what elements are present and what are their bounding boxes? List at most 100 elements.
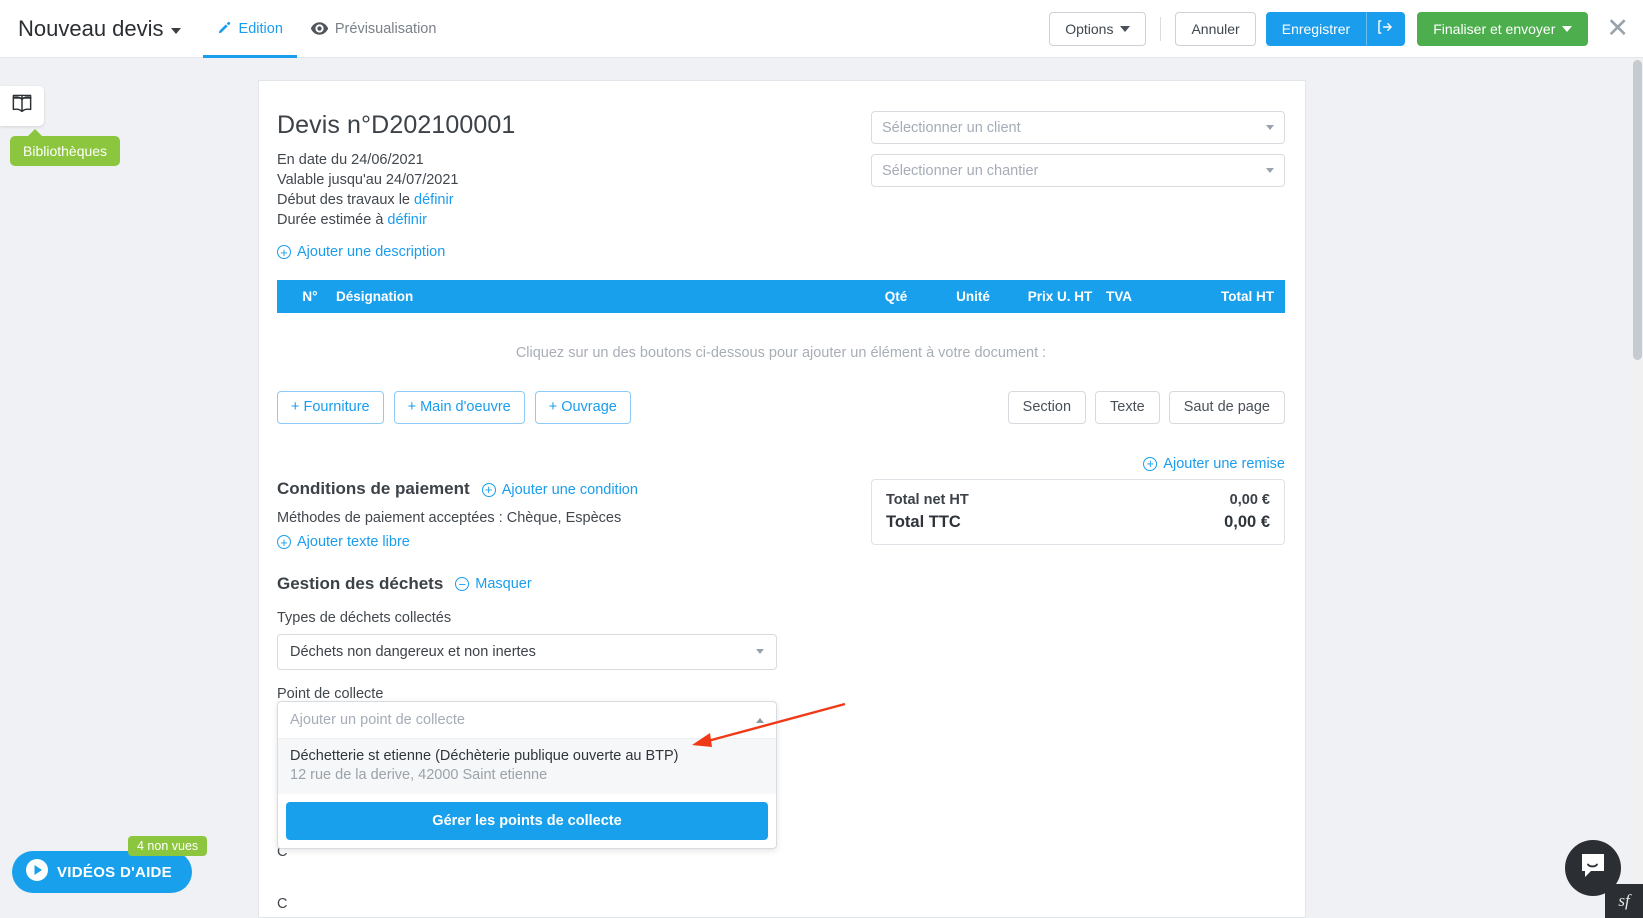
total-ttc-row: Total TTC 0,00 € xyxy=(886,513,1270,532)
chevron-down-icon xyxy=(1562,25,1573,32)
total-ttc-label: Total TTC xyxy=(886,513,961,531)
finalize-and-send-button[interactable]: Finaliser et envoyer xyxy=(1417,11,1589,46)
divider xyxy=(1160,16,1162,41)
chat-bubble-icon xyxy=(1579,852,1607,884)
layout-buttons: Section Texte Saut de page xyxy=(999,390,1285,424)
add-free-text-label: Ajouter texte libre xyxy=(297,534,410,550)
collection-point-dropdown: Ajouter un point de collecte Déchetterie… xyxy=(277,701,777,849)
totals-block: Total net HT 0,00 € Total TTC 0,00 € xyxy=(871,479,1285,552)
lower-section: Conditions de paiement + Ajouter une con… xyxy=(277,479,1285,552)
save-button[interactable]: Enregistrer xyxy=(1265,11,1367,46)
waste-type-select[interactable]: Déchets non dangereux et non inertes xyxy=(277,633,777,670)
close-icon[interactable]: ✕ xyxy=(1606,15,1629,42)
client-select-value: Sélectionner un client xyxy=(882,119,1021,136)
export-icon xyxy=(1378,20,1393,37)
col-prix-unitaire: Prix U. HT xyxy=(1027,288,1093,304)
minus-circle-icon: − xyxy=(455,577,470,591)
add-main-doeuvre-button[interactable]: + Main d'oeuvre xyxy=(393,390,525,424)
add-description-label: Ajouter une description xyxy=(297,244,446,260)
tab-previsualisation[interactable]: Prévisualisation xyxy=(297,0,451,58)
save-and-export-button[interactable] xyxy=(1366,11,1406,46)
define-duration-link[interactable]: définir xyxy=(387,212,427,228)
pencil-icon xyxy=(217,21,232,36)
top-toolbar: Nouveau devis Edition Prévisualisation O… xyxy=(0,0,1643,58)
libraries-button[interactable] xyxy=(0,86,44,126)
scrollbar-thumb[interactable] xyxy=(1633,60,1642,360)
waste-heading: Gestion des déchets xyxy=(277,573,444,593)
toolbar-actions: Options Annuler Enregistrer Finaliser et… xyxy=(1049,11,1643,46)
plus-circle-icon: + xyxy=(277,245,291,259)
obscured-label-2: C xyxy=(277,896,288,912)
waste-toggle-link[interactable]: − Masquer xyxy=(455,576,532,592)
tab-edition-label: Edition xyxy=(238,20,283,37)
save-split-button: Enregistrer xyxy=(1265,11,1406,46)
manage-collection-points-button[interactable]: Gérer les points de collecte xyxy=(286,802,768,840)
help-videos-label: VIDÉOS D'AIDE xyxy=(57,863,172,881)
collection-point-placeholder: Ajouter un point de collecte xyxy=(290,712,465,728)
chevron-down-icon xyxy=(756,649,764,654)
add-fourniture-button[interactable]: + Fourniture xyxy=(277,390,384,424)
document-sheet: Devis n°D202100001 En date du 24/06/2021… xyxy=(258,80,1306,918)
add-condition-label: Ajouter une condition xyxy=(501,481,638,498)
help-videos-button[interactable]: VIDÉOS D'AIDE xyxy=(12,851,192,893)
chevron-down-icon xyxy=(1266,125,1274,130)
tab-previsualisation-label: Prévisualisation xyxy=(334,20,437,37)
waste-type-label: Types de déchets collectés xyxy=(277,609,452,626)
payment-methods-text: Méthodes de paiement acceptées : Chèque,… xyxy=(277,510,622,526)
eye-icon xyxy=(310,22,328,35)
add-free-text-link[interactable]: + Ajouter texte libre xyxy=(277,534,410,550)
discount-row: + Ajouter une remise xyxy=(277,442,1285,474)
total-net-ht-label: Total net HT xyxy=(886,492,969,508)
payment-conditions-block: Conditions de paiement + Ajouter une con… xyxy=(277,479,837,552)
chat-widget-button[interactable] xyxy=(1565,840,1621,896)
site-select[interactable]: Sélectionner un chantier xyxy=(871,154,1285,187)
total-net-ht-value: 0,00 € xyxy=(1229,492,1270,508)
add-section-button[interactable]: Section xyxy=(1007,390,1087,424)
plus-circle-icon: + xyxy=(1143,456,1158,471)
col-numero: N° xyxy=(302,288,318,304)
plus-circle-icon: + xyxy=(277,535,291,549)
chevron-down-icon xyxy=(1120,25,1131,32)
meta-start-label: Début des travaux le xyxy=(277,192,415,208)
view-tabs: Edition Prévisualisation xyxy=(202,0,451,58)
meta-duration: Durée estimée à définir xyxy=(277,210,1285,230)
plus-circle-icon: + xyxy=(481,482,496,497)
add-texte-button[interactable]: Texte xyxy=(1095,390,1160,424)
add-discount-link[interactable]: + Ajouter une remise xyxy=(1143,456,1285,472)
library-icon xyxy=(11,94,33,119)
site-select-value: Sélectionner un chantier xyxy=(882,162,1039,179)
col-quantite: Qté xyxy=(884,288,908,304)
cancel-button[interactable]: Annuler xyxy=(1175,11,1256,46)
col-tva: TVA xyxy=(1106,288,1132,304)
add-description-link[interactable]: + Ajouter une description xyxy=(277,244,445,260)
meta-duration-label: Durée estimée à xyxy=(277,212,388,228)
empty-table-hint: Cliquez sur un des boutons ci-dessous po… xyxy=(515,344,1047,361)
options-button[interactable]: Options xyxy=(1049,11,1147,46)
options-label: Options xyxy=(1065,20,1114,37)
chevron-down-icon xyxy=(1266,168,1274,173)
client-select[interactable]: Sélectionner un client xyxy=(871,111,1285,144)
help-videos-badge: 4 non vues xyxy=(128,836,208,856)
add-condition-link[interactable]: + Ajouter une condition xyxy=(481,481,638,498)
waste-toggle-label: Masquer xyxy=(475,576,532,592)
add-ouvrage-button[interactable]: + Ouvrage xyxy=(534,390,631,424)
page-scrollbar[interactable] xyxy=(1632,58,1643,918)
chevron-down-icon xyxy=(170,27,181,34)
waste-type-value: Déchets non dangereux et non inertes xyxy=(290,643,536,660)
tab-edition[interactable]: Edition xyxy=(202,0,298,58)
add-saut-de-page-button[interactable]: Saut de page xyxy=(1168,390,1285,424)
items-table-header: N° Désignation Qté Unité Prix U. HT TVA … xyxy=(277,279,1285,313)
total-net-ht-row: Total net HT 0,00 € xyxy=(886,492,1270,508)
col-total-ht: Total HT xyxy=(1221,288,1274,304)
collection-point-input[interactable]: Ajouter un point de collecte xyxy=(278,702,776,738)
waste-heading-row: Gestion des déchets − Masquer xyxy=(277,574,1285,594)
define-start-link[interactable]: définir xyxy=(414,192,454,208)
collection-point-option[interactable]: Déchetterie st etienne (Déchèterie publi… xyxy=(278,738,776,794)
document-title-menu[interactable]: Nouveau devis xyxy=(18,16,181,42)
chevron-up-icon xyxy=(756,717,764,723)
header-selectors: Sélectionner un client Sélectionner un c… xyxy=(871,111,1285,197)
payment-heading: Conditions de paiement xyxy=(277,479,470,498)
col-designation: Désignation xyxy=(336,288,414,304)
payment-heading-row: Conditions de paiement + Ajouter une con… xyxy=(277,479,837,499)
total-ttc-value: 0,00 € xyxy=(1224,513,1270,531)
